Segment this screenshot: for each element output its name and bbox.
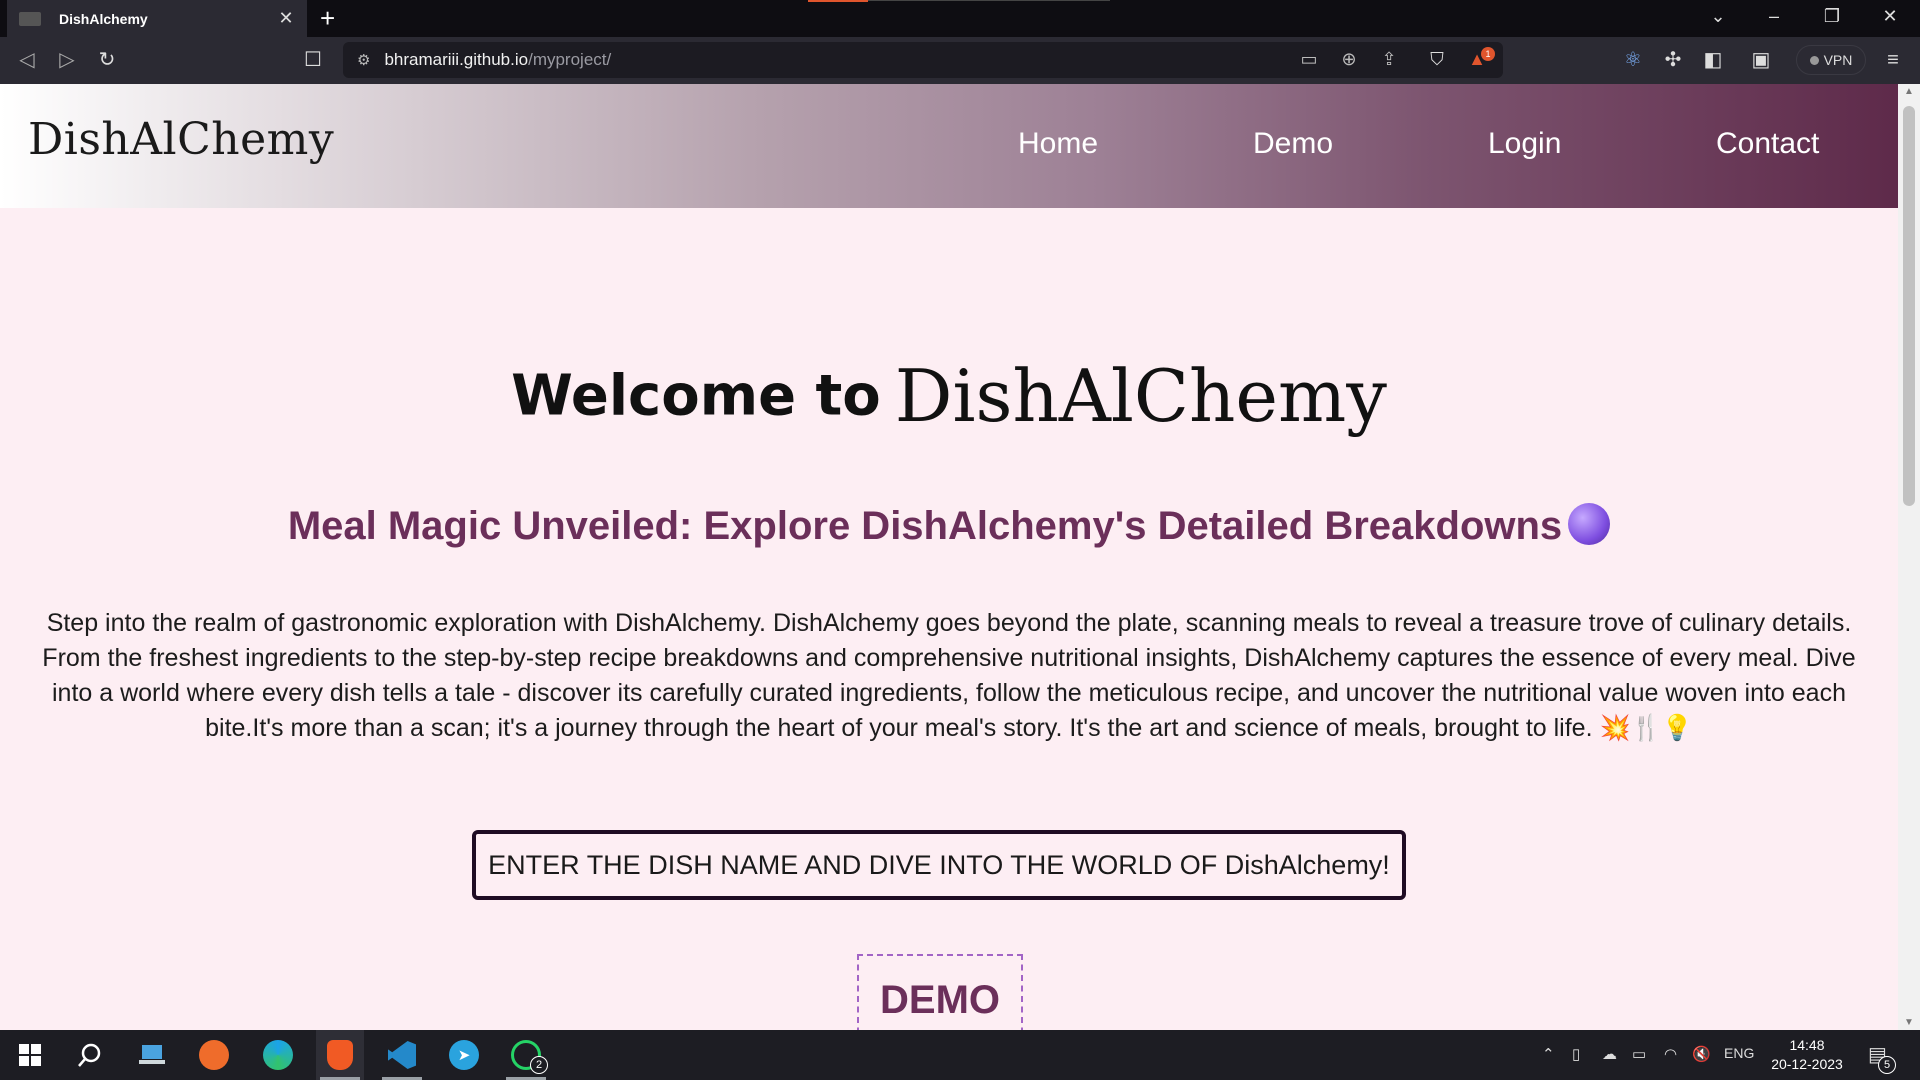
address-bar[interactable]: ⚙ bhramariii.github.io/myproject/ ▭ ⊕ ⇪ … xyxy=(343,42,1503,78)
page-viewport: DishAlChemy Home Demo Login Contact Welc… xyxy=(0,84,1898,1030)
brave-shields-icon[interactable]: ⛉ xyxy=(1425,49,1449,70)
language-indicator[interactable]: ENG xyxy=(1724,1045,1754,1061)
whatsapp-badge: 2 xyxy=(530,1056,548,1074)
zoom-icon[interactable]: ⊕ xyxy=(1337,49,1361,70)
taskbar-vscode[interactable] xyxy=(378,1030,426,1080)
postman-icon xyxy=(199,1040,229,1070)
scroll-up-icon[interactable]: ▲ xyxy=(1898,86,1920,97)
crystal-ball-icon xyxy=(1568,503,1611,546)
telegram-icon: ➤ xyxy=(449,1040,479,1070)
site-info-icon[interactable]: ⚙ xyxy=(357,51,370,69)
search-icon xyxy=(78,1043,101,1067)
vpn-button[interactable]: VPN xyxy=(1796,45,1866,75)
tab-search-chevron-icon[interactable]: ⌄ xyxy=(1706,6,1730,27)
laptop-app-icon xyxy=(139,1045,165,1064)
site-logo[interactable]: DishAlChemy xyxy=(28,114,334,165)
close-window-button[interactable]: ✕ xyxy=(1878,6,1902,27)
notifications-badge: 5 xyxy=(1878,1056,1896,1074)
menu-icon[interactable]: ≡ xyxy=(1880,49,1906,71)
taskbar: ➤ 2 ⌃ ▯ ☁ ▭ ◠ 🔇 ENG 14:48 20-12-2023 ▤ 5 xyxy=(0,1030,1920,1080)
minimize-button[interactable]: – xyxy=(1762,6,1786,27)
sidebar-icon[interactable]: ◧ xyxy=(1700,49,1726,71)
rewards-badge: 1 xyxy=(1481,47,1495,61)
browser-tab[interactable]: DishAlchemy ✕ xyxy=(7,0,307,37)
search-button[interactable] xyxy=(66,1030,114,1080)
new-tab-button[interactable]: + xyxy=(320,4,335,32)
wallet-icon[interactable]: ▣ xyxy=(1748,49,1774,71)
site-header: DishAlChemy Home Demo Login Contact xyxy=(0,84,1898,208)
nav-contact[interactable]: Contact xyxy=(1716,127,1819,161)
vpn-status-icon xyxy=(1809,55,1819,65)
restore-button[interactable]: ❐ xyxy=(1820,6,1844,27)
vpn-label: VPN xyxy=(1823,52,1853,68)
site-favicon-icon xyxy=(19,11,41,26)
page-scrollbar[interactable]: ▲ ▼ xyxy=(1898,84,1920,1030)
taskbar-file-explorer[interactable] xyxy=(128,1030,176,1080)
clock-time: 14:48 xyxy=(1789,1037,1825,1053)
scrollbar-thumb[interactable] xyxy=(1903,106,1915,506)
extensions-icon[interactable]: ✣ xyxy=(1660,49,1686,71)
nav-login[interactable]: Login xyxy=(1488,127,1561,161)
battery-icon[interactable]: ▭ xyxy=(1632,1045,1646,1063)
tab-title: DishAlchemy xyxy=(59,10,148,27)
intro-paragraph: Step into the realm of gastronomic explo… xyxy=(42,609,1856,742)
taskbar-whatsapp[interactable]: 2 xyxy=(502,1030,550,1080)
react-devtools-icon[interactable]: ⚛ xyxy=(1620,49,1646,71)
browser-toolbar: ◁ ▷ ↻ ☐ ⚙ bhramariii.github.io/myproject… xyxy=(0,37,1920,84)
taskbar-telegram[interactable]: ➤ xyxy=(440,1030,488,1080)
taskbar-brave[interactable] xyxy=(316,1030,364,1080)
demo-heading: DEMO xyxy=(880,978,1000,1022)
hero-subheading: Meal Magic Unveiled: Explore DishAlchemy… xyxy=(0,503,1898,549)
start-button[interactable] xyxy=(6,1030,54,1080)
onedrive-icon[interactable]: ☁ xyxy=(1602,1045,1617,1063)
clock[interactable]: 14:48 20-12-2023 xyxy=(1760,1036,1854,1074)
tab-strip-divider xyxy=(868,0,1110,1)
show-hidden-icons[interactable]: ⌃ xyxy=(1542,1045,1555,1063)
brave-icon xyxy=(327,1040,353,1070)
wifi-icon[interactable]: ◠ xyxy=(1664,1045,1677,1063)
scroll-down-icon[interactable]: ▼ xyxy=(1898,1017,1920,1028)
url-host: bhramariii.github.io xyxy=(384,50,529,69)
demo-section: DEMO xyxy=(857,954,1023,1030)
taskbar-edge[interactable] xyxy=(254,1030,302,1080)
nav-demo[interactable]: Demo xyxy=(1253,127,1333,161)
cast-icon[interactable]: ▭ xyxy=(1297,49,1321,70)
taskbar-postman[interactable] xyxy=(190,1030,238,1080)
vscode-icon xyxy=(388,1041,416,1069)
url-path: /myproject/ xyxy=(528,50,612,69)
windows-icon xyxy=(19,1044,41,1066)
tab-strip-accent xyxy=(808,0,868,2)
bookmark-icon[interactable]: ☐ xyxy=(300,49,326,71)
volume-muted-icon[interactable]: 🔇 xyxy=(1692,1045,1711,1063)
hero-welcome: Welcome to xyxy=(511,363,881,429)
close-tab-icon[interactable]: ✕ xyxy=(277,8,295,29)
edge-icon xyxy=(263,1040,293,1070)
forward-icon[interactable]: ▷ xyxy=(54,49,80,71)
nav-home[interactable]: Home xyxy=(1018,127,1098,161)
hero-title: Welcome to DishAlChemy xyxy=(0,354,1898,438)
reload-icon[interactable]: ↻ xyxy=(94,49,120,71)
phone-link-icon[interactable]: ▯ xyxy=(1572,1045,1580,1063)
hero-brand-logo: DishAlChemy xyxy=(894,354,1387,438)
back-icon[interactable]: ◁ xyxy=(14,49,40,71)
dish-name-cta-button[interactable]: ENTER THE DISH NAME AND DIVE INTO THE WO… xyxy=(472,830,1406,900)
subheading-text: Meal Magic Unveiled: Explore DishAlchemy… xyxy=(287,504,1563,548)
clock-date: 20-12-2023 xyxy=(1771,1056,1843,1072)
browser-tab-bar: DishAlchemy ✕ + ⌄ – ❐ ✕ xyxy=(0,0,1920,37)
share-icon[interactable]: ⇪ xyxy=(1377,49,1401,70)
